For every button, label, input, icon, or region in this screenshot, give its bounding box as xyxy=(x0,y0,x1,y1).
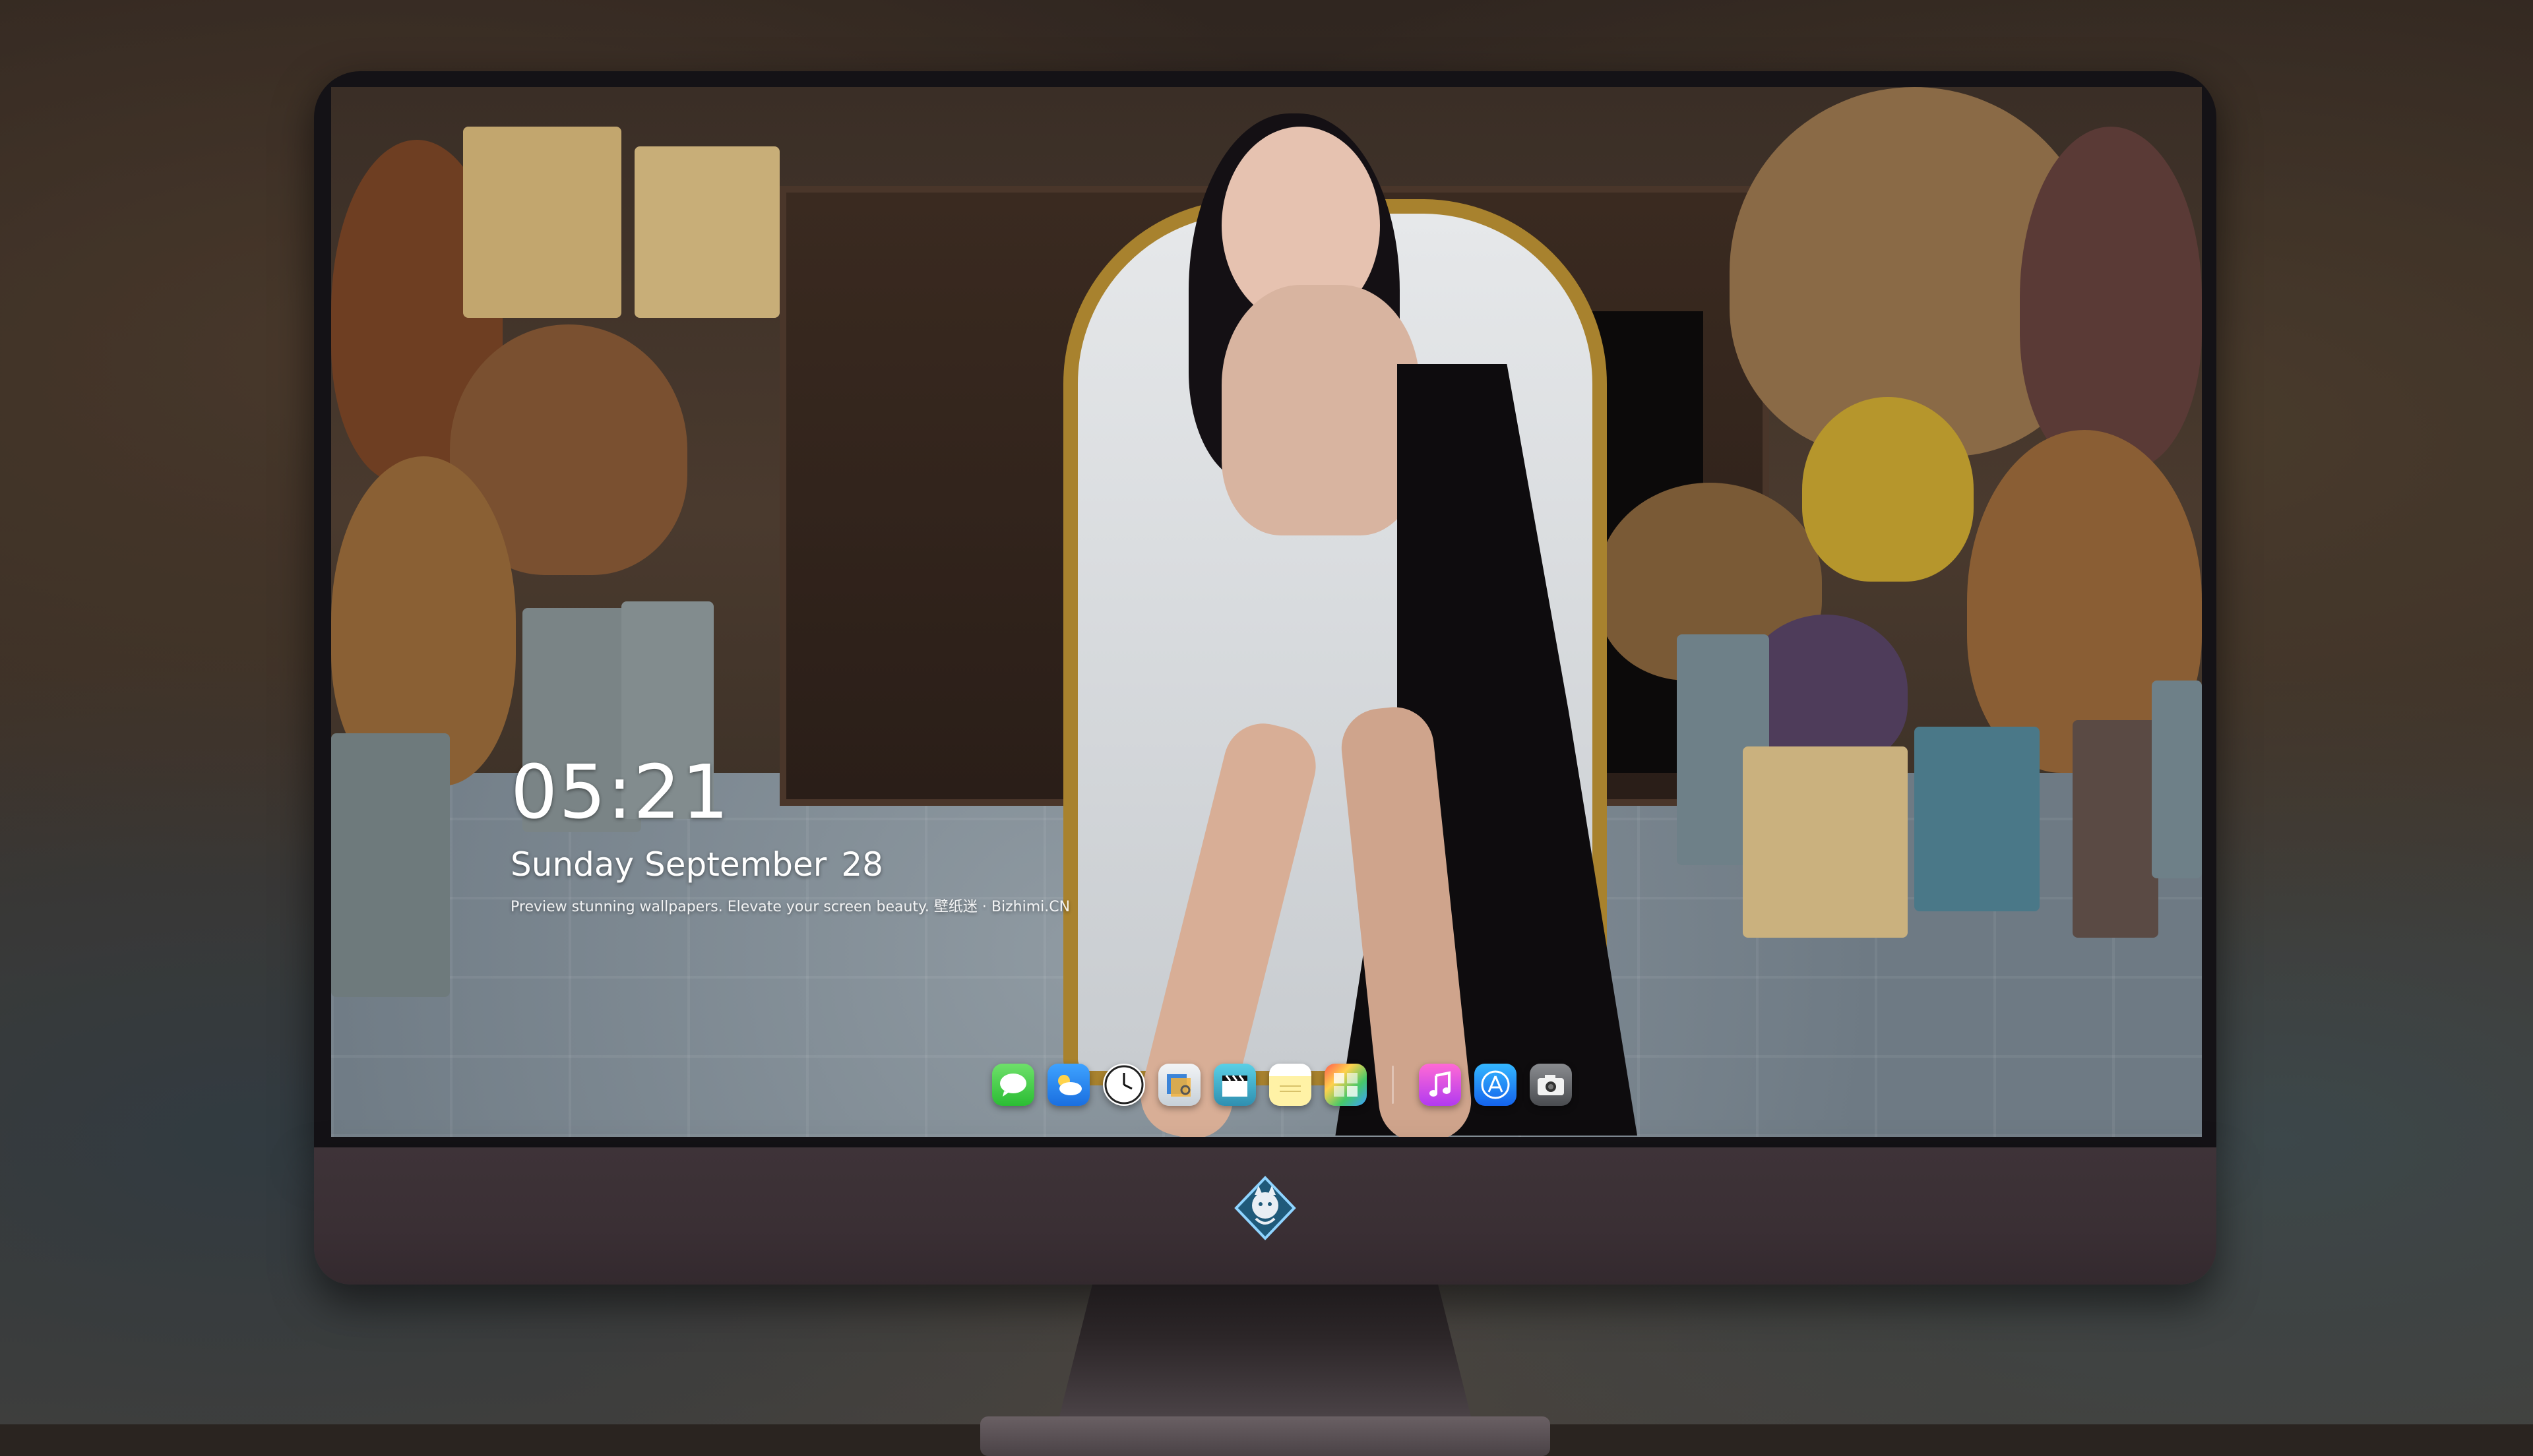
preview-icon[interactable] xyxy=(1158,1064,1201,1106)
monitor-stand-base xyxy=(980,1416,1550,1456)
wallpaper-pot xyxy=(635,146,780,318)
monitor-stand-neck xyxy=(1059,1285,1471,1416)
app-store-icon[interactable] xyxy=(1474,1064,1517,1106)
monitor-chin xyxy=(314,1147,2216,1285)
wallpaper-pot xyxy=(1914,727,2040,911)
monitor: 05:21 Sunday September 28 Preview stunnin… xyxy=(314,71,2216,1456)
wallpaper-pot xyxy=(463,127,621,318)
dock-separator xyxy=(1392,1066,1394,1104)
wallpaper-pot xyxy=(2073,720,2158,938)
video-clapper-icon[interactable] xyxy=(1214,1064,1256,1106)
clock-time: 05:21 xyxy=(511,750,730,835)
desktop-screen: 05:21 Sunday September 28 Preview stunnin… xyxy=(331,87,2202,1137)
clock-day: 28 xyxy=(841,845,883,884)
bizhimi-logo-icon xyxy=(1232,1175,1298,1241)
music-icon[interactable] xyxy=(1419,1064,1461,1106)
camera-icon[interactable] xyxy=(1530,1064,1572,1106)
monitor-bezel: 05:21 Sunday September 28 Preview stunnin… xyxy=(314,71,2216,1153)
messages-icon[interactable] xyxy=(992,1064,1034,1106)
dock xyxy=(983,1048,1581,1121)
wallpaper-pot xyxy=(1743,746,1908,938)
wallpaper-pot xyxy=(331,733,450,997)
lockscreen-clock: 05:21 Sunday September 28 Preview stunnin… xyxy=(511,753,1070,921)
clock-icon[interactable] xyxy=(1103,1064,1145,1106)
wallpaper-plant xyxy=(1802,397,1974,582)
wallpaper-tagline: Preview stunning wallpapers. Elevate you… xyxy=(511,899,1071,915)
notes-icon[interactable] xyxy=(1269,1064,1311,1106)
wallpaper-model-torso xyxy=(1222,285,1420,535)
photo-booth-icon[interactable] xyxy=(1325,1064,1367,1106)
clock-date: Sunday September 28 xyxy=(511,841,1070,888)
clock-weekday-month: Sunday September xyxy=(511,845,827,884)
weather-icon[interactable] xyxy=(1048,1064,1090,1106)
wallpaper-pot xyxy=(2152,681,2202,878)
wallpaper-plant xyxy=(2020,127,2202,470)
